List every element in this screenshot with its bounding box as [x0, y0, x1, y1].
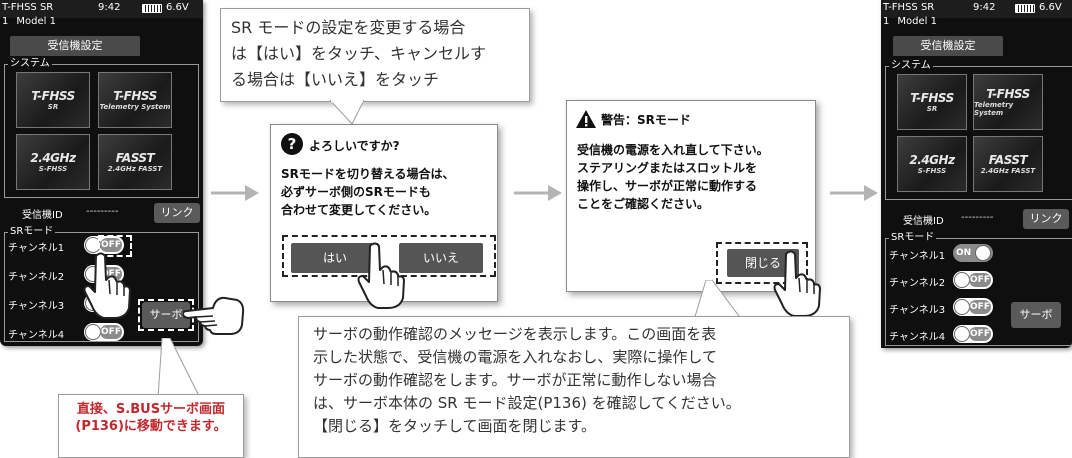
description-pointer: [693, 280, 743, 320]
tile-logo: 2.4GHz: [30, 151, 76, 165]
touch-hand-icon-dialog: [357, 242, 405, 309]
channel-1-label: チャンネル1: [8, 243, 65, 254]
channel-1-toggle[interactable]: ON: [953, 244, 993, 262]
tile-logo: 2.4GHz: [909, 153, 955, 167]
system-mode-label: T-FHSS SR: [2, 2, 54, 13]
channel-4-label: チャンネル4: [8, 330, 65, 341]
receiver-id-value: ---------: [961, 212, 994, 223]
model-line: 1 Model 1: [0, 16, 203, 29]
channel-2-label: チャンネル2: [8, 272, 65, 283]
tile-sub: SR: [926, 105, 938, 113]
toggle-state: OFF: [969, 273, 991, 287]
link-button[interactable]: リンク: [1023, 209, 1069, 229]
channel-3-toggle[interactable]: OFF: [953, 298, 993, 316]
flow-arrow-2: [514, 185, 562, 201]
tile-sub: S-FHSS: [38, 165, 68, 173]
model-number: 1: [2, 16, 9, 27]
clock-time: 9:42: [973, 2, 996, 13]
model-line: 1 Model 1: [881, 16, 1072, 29]
toggle-state: OFF: [969, 327, 991, 341]
screen-title: 受信機設定: [10, 36, 140, 56]
confirm-dialog-title: よろしいですか?: [309, 139, 400, 153]
clock-time: 9:42: [98, 2, 121, 13]
toggle-knob: [85, 324, 101, 340]
instruction-line-2: は【はい】をタッチ、キャンセルす: [231, 44, 487, 63]
link-button[interactable]: リンク: [154, 203, 200, 223]
system-section-label: システム: [8, 58, 52, 70]
channel-1-label: チャンネル1: [889, 251, 946, 262]
warning-icon: [576, 110, 596, 128]
toggle-knob: [954, 272, 970, 288]
tile-logo: FASST: [115, 151, 155, 165]
tile-sub: S-FHSS: [917, 167, 947, 175]
battery-voltage: 6.6V: [166, 2, 189, 13]
tile-logo: T-FHSS: [113, 89, 157, 103]
flow-arrow-1: [211, 185, 259, 201]
system-tile-sfhss[interactable]: 2.4GHz S-FHSS: [16, 134, 90, 190]
model-name: Model 1: [897, 16, 937, 27]
description-text: サーボの動作確認のメッセージを表示します。この画面を表 示した状態で、受信機の電…: [313, 325, 741, 435]
tile-sub: Telemetry System: [974, 101, 1014, 117]
toggle-state: ON: [956, 248, 972, 258]
receiver-id-label: 受信機ID: [903, 216, 944, 227]
system-tile-tfhss-sr[interactable]: T-FHSS SR: [16, 72, 90, 128]
channel-2-toggle[interactable]: OFF: [953, 271, 993, 289]
channel-4-label: チャンネル4: [889, 332, 946, 343]
toggle-knob: [954, 326, 970, 342]
instruction-line-1: SR モードの設定を変更する場合: [231, 18, 466, 37]
model-name: Model 1: [16, 16, 56, 27]
tile-sub: 2.4GHz FASST: [107, 165, 163, 173]
toggle-knob: [954, 299, 970, 315]
sr-mode-section-label: SRモード: [8, 226, 56, 238]
toggle-state: OFF: [969, 300, 991, 314]
channel-4-toggle[interactable]: OFF: [953, 325, 993, 343]
system-tile-tfhss[interactable]: T-FHSS Telemetry System: [973, 74, 1043, 130]
toggle-knob: [975, 245, 991, 261]
instruction-line-3: る場合は【いいえ】をタッチ: [231, 70, 440, 89]
touch-hand-icon: [83, 252, 131, 319]
system-tile-fasst[interactable]: FASST 2.4GHz FASST: [973, 136, 1043, 192]
callout-pointer: [330, 100, 365, 125]
system-tile-sfhss[interactable]: 2.4GHz S-FHSS: [897, 136, 967, 192]
screen-title: 受信機設定: [893, 36, 1003, 56]
flow-arrow-3: [830, 185, 878, 201]
shortcut-note-text: 直接、S.BUSサーボ画面 (P136)に移動できます。: [75, 402, 227, 434]
tile-sub: SR: [47, 103, 59, 111]
system-tile-fasst[interactable]: FASST 2.4GHz FASST: [98, 134, 172, 190]
channel-3-label: チャンネル3: [889, 305, 946, 316]
system-tile-tfhss-sr[interactable]: T-FHSS SR: [897, 74, 967, 130]
battery-icon: [142, 4, 162, 13]
model-number: 1: [883, 16, 890, 27]
battery-icon: [1015, 4, 1035, 13]
tile-logo: T-FHSS: [910, 91, 954, 105]
receiver-settings-screen-after: T-FHSS SR 9:42 6.6V 1 Model 1 受信機設定 システム …: [881, 0, 1072, 348]
confirm-dialog-message: SRモードを切り替える場合は、 必ずサーボ側のSRモードも 合わせて変更してくだ…: [281, 167, 455, 217]
touch-hand-icon-close: [773, 250, 821, 317]
channel-2-label: チャンネル2: [889, 278, 946, 289]
system-tile-tfhss[interactable]: T-FHSS Telemetry System: [98, 72, 172, 128]
tile-logo: T-FHSS: [31, 89, 75, 103]
channel-4-toggle[interactable]: OFF: [84, 323, 124, 341]
system-section-label: システム: [889, 60, 933, 72]
instruction-callout: SR モードの設定を変更する場合 は【はい】をタッチ、キャンセルす る場合は【い…: [220, 8, 530, 102]
description-box: サーボの動作確認のメッセージを表示します。この画面を表 示した状態で、受信機の電…: [298, 316, 850, 458]
channel-3-label: チャンネル3: [8, 301, 65, 312]
tile-logo: FASST: [988, 153, 1028, 167]
pointing-hand-icon: [183, 296, 245, 335]
tile-sub: 2.4GHz FASST: [980, 167, 1036, 175]
warning-dialog-title: 警告：SRモード: [601, 113, 691, 127]
system-mode-label: T-FHSS SR: [883, 2, 935, 13]
battery-voltage: 6.6V: [1039, 2, 1062, 13]
warning-dialog-message: 受信機の電源を入れ直して下さい。 ステアリングまたはスロットルを 操作し、サーボ…: [577, 143, 769, 211]
receiver-id-value: ---------: [86, 206, 119, 217]
toggle-state: OFF: [100, 325, 122, 339]
note-pointer: [157, 338, 201, 398]
receiver-id-label: 受信機ID: [22, 210, 63, 221]
shortcut-note: 直接、S.BUSサーボ画面 (P136)に移動できます。: [58, 394, 244, 458]
tile-logo: T-FHSS: [986, 87, 1030, 101]
question-icon: ?: [281, 133, 303, 155]
servo-button[interactable]: サーボ: [1011, 302, 1061, 328]
tile-sub: Telemetry System: [99, 103, 171, 111]
sr-mode-section-label: SRモード: [889, 232, 937, 244]
